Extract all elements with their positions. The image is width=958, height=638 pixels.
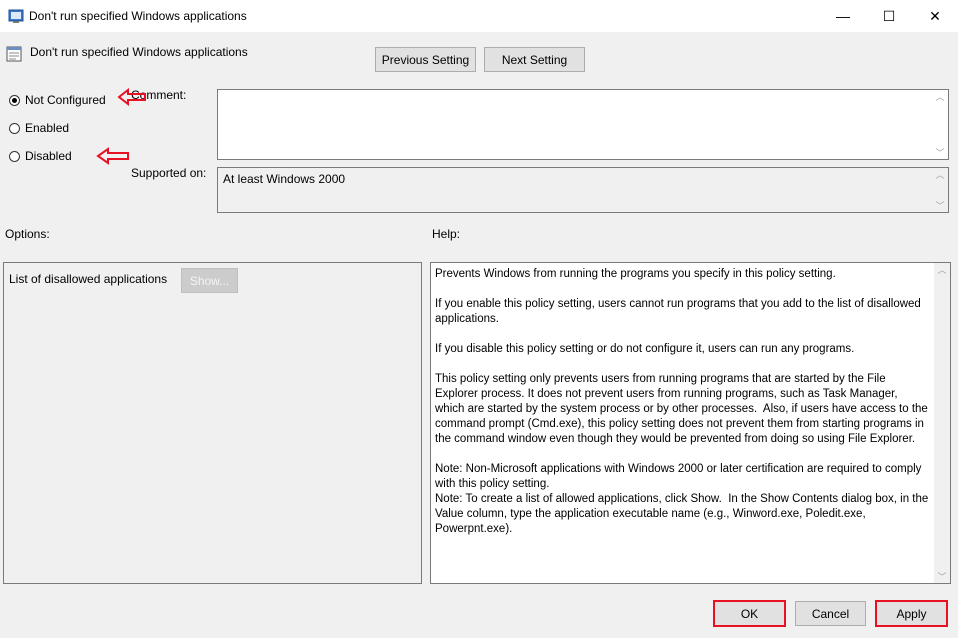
cancel-button[interactable]: Cancel (795, 601, 866, 626)
next-setting-label: Next Setting (501, 52, 568, 67)
supported-on-value: At least Windows 2000 (223, 172, 346, 186)
annotation-arrow-disabled (96, 147, 130, 168)
supported-on-field: At least Windows 2000 ︿ ﹀ (217, 167, 949, 213)
next-setting-button[interactable]: Next Setting (484, 47, 585, 72)
scroll-up-icon: ︿ (935, 92, 945, 102)
scroll-up-icon: ︿ (937, 265, 947, 275)
annotation-arrow-not-configured (117, 87, 147, 109)
comment-field[interactable]: ︿ ﹀ (217, 89, 949, 160)
scroll-down-icon: ﹀ (937, 572, 947, 582)
options-panel: List of disallowed applications Show... (3, 262, 422, 584)
radio-enabled-label: Enabled (25, 121, 70, 135)
supported-on-scrollbar[interactable]: ︿ ﹀ (932, 168, 948, 212)
radio-enabled[interactable]: Enabled (9, 121, 69, 135)
radio-enabled-circle (9, 122, 20, 134)
radio-not-configured-label: Not Configured (25, 93, 106, 107)
close-button[interactable]: ✕ (912, 0, 958, 32)
maximize-button[interactable]: ☐ (866, 0, 912, 32)
minimize-button[interactable]: — (820, 0, 866, 32)
window-title: Don't run specified Windows applications (29, 9, 247, 23)
radio-not-configured-circle (9, 94, 20, 106)
minimize-icon: — (836, 8, 850, 24)
radio-not-configured[interactable]: Not Configured (9, 93, 106, 107)
close-icon: ✕ (929, 7, 941, 24)
apply-button[interactable]: Apply (875, 600, 948, 627)
help-label: Help: (432, 227, 461, 241)
cancel-button-label: Cancel (811, 606, 850, 621)
ok-button-label: OK (740, 606, 759, 621)
radio-disabled[interactable]: Disabled (9, 149, 72, 163)
policy-name: Don't run specified Windows applications (30, 45, 248, 59)
radio-disabled-circle (9, 150, 20, 162)
maximize-icon: ☐ (882, 7, 896, 24)
title-bar: Don't run specified Windows applications… (0, 0, 958, 32)
scroll-down-icon: ﹀ (935, 201, 945, 211)
supported-on-label: Supported on: (131, 166, 207, 180)
show-button[interactable]: Show... (181, 268, 238, 293)
radio-disabled-label: Disabled (25, 149, 72, 163)
policy-icon (6, 46, 22, 65)
ok-button[interactable]: OK (713, 600, 786, 627)
disallowed-list-label: List of disallowed applications (9, 272, 168, 286)
scroll-up-icon: ︿ (935, 170, 945, 180)
previous-setting-label: Previous Setting (381, 52, 470, 67)
help-panel: Prevents Windows from running the progra… (430, 262, 951, 584)
scroll-down-icon: ﹀ (935, 148, 945, 158)
previous-setting-button[interactable]: Previous Setting (375, 47, 476, 72)
comment-scrollbar[interactable]: ︿ ﹀ (932, 90, 948, 159)
help-scrollbar[interactable]: ︿ ﹀ (934, 263, 950, 583)
policy-app-icon (8, 8, 24, 27)
apply-button-label: Apply (896, 606, 927, 621)
show-button-label: Show... (189, 273, 230, 288)
options-label: Options: (5, 227, 50, 241)
help-text: Prevents Windows from running the progra… (435, 268, 929, 535)
